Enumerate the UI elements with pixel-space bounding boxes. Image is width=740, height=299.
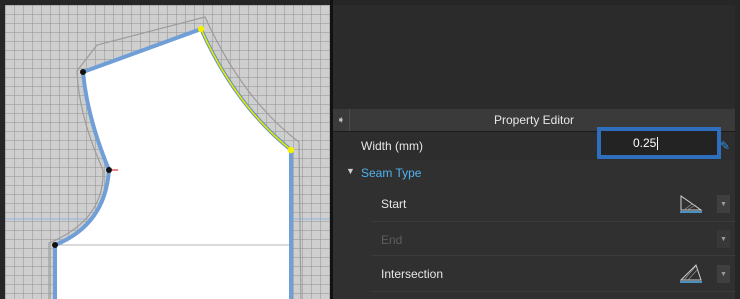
point-neck-selected[interactable] xyxy=(197,25,205,33)
text-caret xyxy=(657,137,659,151)
width-row: Width (mm) 0.25 xyxy=(333,127,735,160)
seam-row-label: Intersection xyxy=(381,267,444,281)
seam-type-label: Seam Type xyxy=(361,166,422,180)
point-center-selected[interactable] xyxy=(287,146,295,154)
chevron-down-icon[interactable]: ▼ xyxy=(717,265,730,283)
pin-arrow-icon[interactable]: ➧ xyxy=(333,109,350,131)
width-label: Width (mm) xyxy=(361,139,423,153)
seam-row-end: End ▼ xyxy=(371,222,735,256)
pattern-svg xyxy=(5,16,330,299)
chevron-down-icon: ▼ xyxy=(717,230,730,248)
width-input[interactable]: 0.25 xyxy=(597,127,721,159)
viewport-area xyxy=(333,5,735,109)
point-shoulder[interactable] xyxy=(80,69,86,75)
seam-row-label: End xyxy=(381,233,403,247)
point-underarm[interactable] xyxy=(52,242,58,248)
seam-start-icon[interactable] xyxy=(678,192,704,216)
app-window: Property Editor ➧ Width (mm) 0.25 ✎ ▼ Se… xyxy=(0,0,740,299)
width-value: 0.25 xyxy=(633,136,657,150)
point-armhole[interactable] xyxy=(106,167,112,173)
seam-row-label: Start xyxy=(381,197,407,211)
seam-type-section[interactable]: ▼ Seam Type xyxy=(333,161,735,185)
seam-row-intersection[interactable]: Intersection ▼ xyxy=(371,256,735,292)
chevron-down-icon[interactable]: ▼ xyxy=(717,195,730,213)
seam-row-start[interactable]: Start ▼ xyxy=(371,186,735,222)
pattern-canvas[interactable] xyxy=(5,5,330,299)
expand-triangle-icon[interactable]: ▼ xyxy=(346,166,355,176)
seam-intersection-icon[interactable] xyxy=(678,262,704,286)
property-editor-panel: Property Editor ➧ Width (mm) 0.25 ✎ ▼ Se… xyxy=(333,109,735,299)
pencil-icon[interactable]: ✎ xyxy=(720,139,730,153)
